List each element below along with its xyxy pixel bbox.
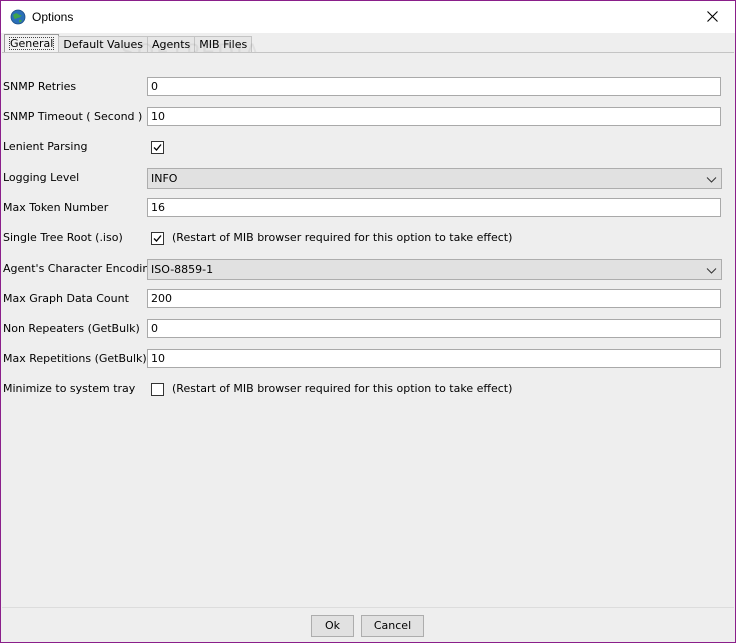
tab-general[interactable]: General [4,34,60,53]
lenient-parsing-checkbox[interactable] [151,141,164,154]
max-repetitions-label: Max Repetitions (GetBulk) [3,352,147,365]
footer-divider [2,607,734,608]
max-repetitions-input[interactable]: 10 [147,349,721,368]
single-tree-root-note: (Restart of MIB browser required for thi… [172,231,513,244]
snmp-timeout-label: SNMP Timeout ( Second ) [3,110,143,123]
chevron-down-icon [706,268,717,274]
minimize-to-tray-note: (Restart of MIB browser required for thi… [172,382,513,395]
minimize-to-tray-label: Minimize to system tray [3,382,136,395]
ok-button[interactable]: Ok [311,615,354,637]
logging-level-dropdown[interactable]: INFO [147,168,722,189]
cancel-button[interactable]: Cancel [361,615,424,637]
tab-label: General [9,37,55,50]
minimize-to-tray-checkbox[interactable] [151,383,164,396]
non-repeaters-label: Non Repeaters (GetBulk) [3,322,140,335]
close-icon [706,11,718,22]
character-encoding-label: Agent's Character Encoding [3,262,157,275]
single-tree-root-checkbox[interactable] [151,232,164,245]
character-encoding-value: ISO-8859-1 [151,263,214,276]
max-graph-data-count-label: Max Graph Data Count [3,292,129,305]
lenient-parsing-label: Lenient Parsing [3,140,88,153]
close-button[interactable] [689,1,735,32]
snmp-timeout-input[interactable]: 10 [147,107,721,126]
checkmark-icon [153,235,162,242]
logging-level-label: Logging Level [3,171,80,184]
chevron-down-icon [706,177,717,183]
snmp-retries-label: SNMP Retries [3,80,77,93]
non-repeaters-input[interactable]: 0 [147,319,721,338]
max-token-number-input[interactable]: 16 [147,198,721,217]
checkmark-icon [153,144,162,151]
options-dialog: Options General Default Values Agents MI… [0,0,736,643]
max-graph-data-count-input[interactable]: 200 [147,289,721,308]
logging-level-value: INFO [151,172,178,185]
globe-icon [10,9,26,25]
title-bar: Options [1,1,735,33]
max-token-number-label: Max Token Number [3,201,109,214]
character-encoding-dropdown[interactable]: ISO-8859-1 [147,259,722,280]
snmp-retries-input[interactable]: 0 [147,77,721,96]
single-tree-root-label: Single Tree Root (.iso) [3,231,123,244]
window-title: Options [32,10,74,24]
